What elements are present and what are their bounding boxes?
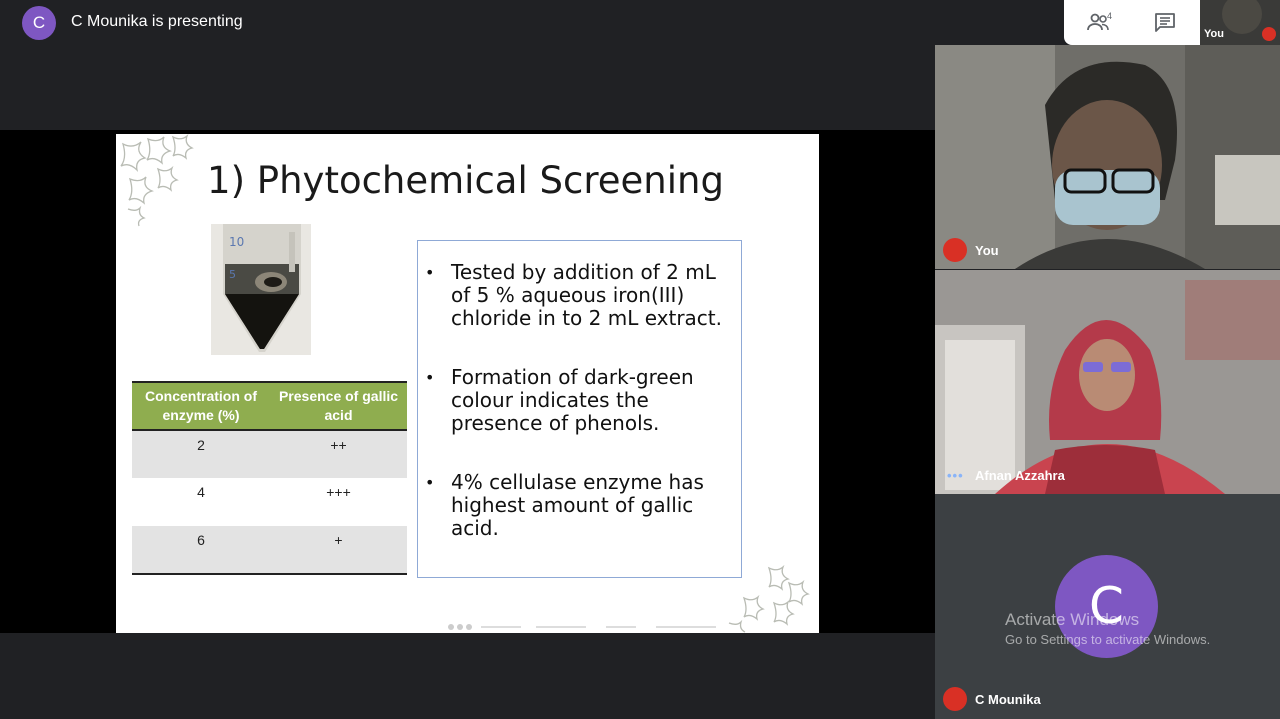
bullet-text: Tested by addition of 2 mL of 5 % aqueou… <box>451 260 722 330</box>
table-cell: +++ <box>326 484 351 500</box>
svg-text:5: 5 <box>229 268 236 281</box>
table-cell: 2 <box>132 430 270 478</box>
bullet-item: • 4% cellulase enzyme has highest amount… <box>425 471 731 540</box>
participant-video-afnan <box>935 270 1280 494</box>
top-controls: 4 <box>1064 0 1200 45</box>
table-cell: + <box>270 526 407 575</box>
table-cell: 6 <box>132 526 270 575</box>
watermark-subtitle: Go to Settings to activate Windows. <box>1005 632 1211 647</box>
participant-tile-c-mounika[interactable]: C C Mounika <box>935 494 1280 719</box>
table-row: 2 ++ <box>132 430 407 478</box>
svg-text:10: 10 <box>229 235 244 249</box>
participant-name: Afnan Azzahra <box>975 468 1065 483</box>
participant-name: C Mounika <box>975 692 1041 707</box>
self-video <box>1222 0 1262 34</box>
bullet-text-box: • Tested by addition of 2 mL of 5 % aque… <box>417 240 742 578</box>
gallic-acid-table: Concentration of enzyme (%) Presence of … <box>132 381 407 575</box>
presentation-stage: 1) Phytochemical Screening 10 5 Concentr… <box>0 130 935 633</box>
participant-video-you <box>935 45 1280 269</box>
self-view-label: You <box>1204 28 1224 40</box>
bullet-text: Formation of dark-green colour indicates… <box>451 365 694 435</box>
participant-name: You <box>975 243 999 258</box>
self-view-thumbnail[interactable]: You <box>1200 0 1280 45</box>
chat-icon <box>1155 13 1175 32</box>
table-row: 4 +++ <box>132 478 407 526</box>
slide-title: 1) Phytochemical Screening <box>116 159 819 202</box>
floral-decoration-icon <box>728 564 810 633</box>
test-tube-photo: 10 5 <box>211 224 311 355</box>
participant-count-badge: 4 <box>1107 11 1113 21</box>
slide-footer-logos <box>448 624 716 630</box>
chat-button[interactable] <box>1150 8 1180 38</box>
participant-tile-afnan[interactable]: ••• Afnan Azzahra <box>935 270 1280 494</box>
bullet-dot: • <box>425 368 435 387</box>
table-header-concentration: Concentration of enzyme (%) <box>132 381 270 431</box>
table-cell: ++ <box>270 430 407 478</box>
bullet-dot: • <box>425 263 435 282</box>
bullet-dot: • <box>425 473 435 492</box>
bullet-item: • Tested by addition of 2 mL of 5 % aque… <box>425 261 731 330</box>
mic-off-icon <box>943 238 967 262</box>
presenter-status-text: C Mounika is presenting <box>71 13 243 30</box>
slide: 1) Phytochemical Screening 10 5 Concentr… <box>116 134 819 633</box>
bullet-item: • Formation of dark-green colour indicat… <box>425 366 731 435</box>
presenter-avatar: C <box>22 6 56 40</box>
mic-off-icon <box>1262 27 1276 41</box>
table-header-row: Concentration of enzyme (%) Presence of … <box>132 381 407 431</box>
table-header-presence: Presence of gallic acid <box>270 381 407 431</box>
mic-off-icon <box>943 687 967 711</box>
table-row: 6 + <box>132 526 407 575</box>
presenter-banner: C C Mounika is presenting <box>0 0 935 45</box>
speaking-indicator-icon: ••• <box>947 468 964 483</box>
participant-tile-you[interactable]: You <box>935 45 1280 269</box>
activate-windows-watermark: Activate Windows Go to Settings to activ… <box>1005 610 1210 647</box>
watermark-title: Activate Windows <box>1005 610 1140 629</box>
table-cell: 4 <box>197 484 205 500</box>
bullet-text: 4% cellulase enzyme has highest amount o… <box>451 470 704 540</box>
people-button[interactable]: 4 <box>1084 8 1114 38</box>
slide-title-text: 1) Phytochemical Screening <box>207 159 724 202</box>
